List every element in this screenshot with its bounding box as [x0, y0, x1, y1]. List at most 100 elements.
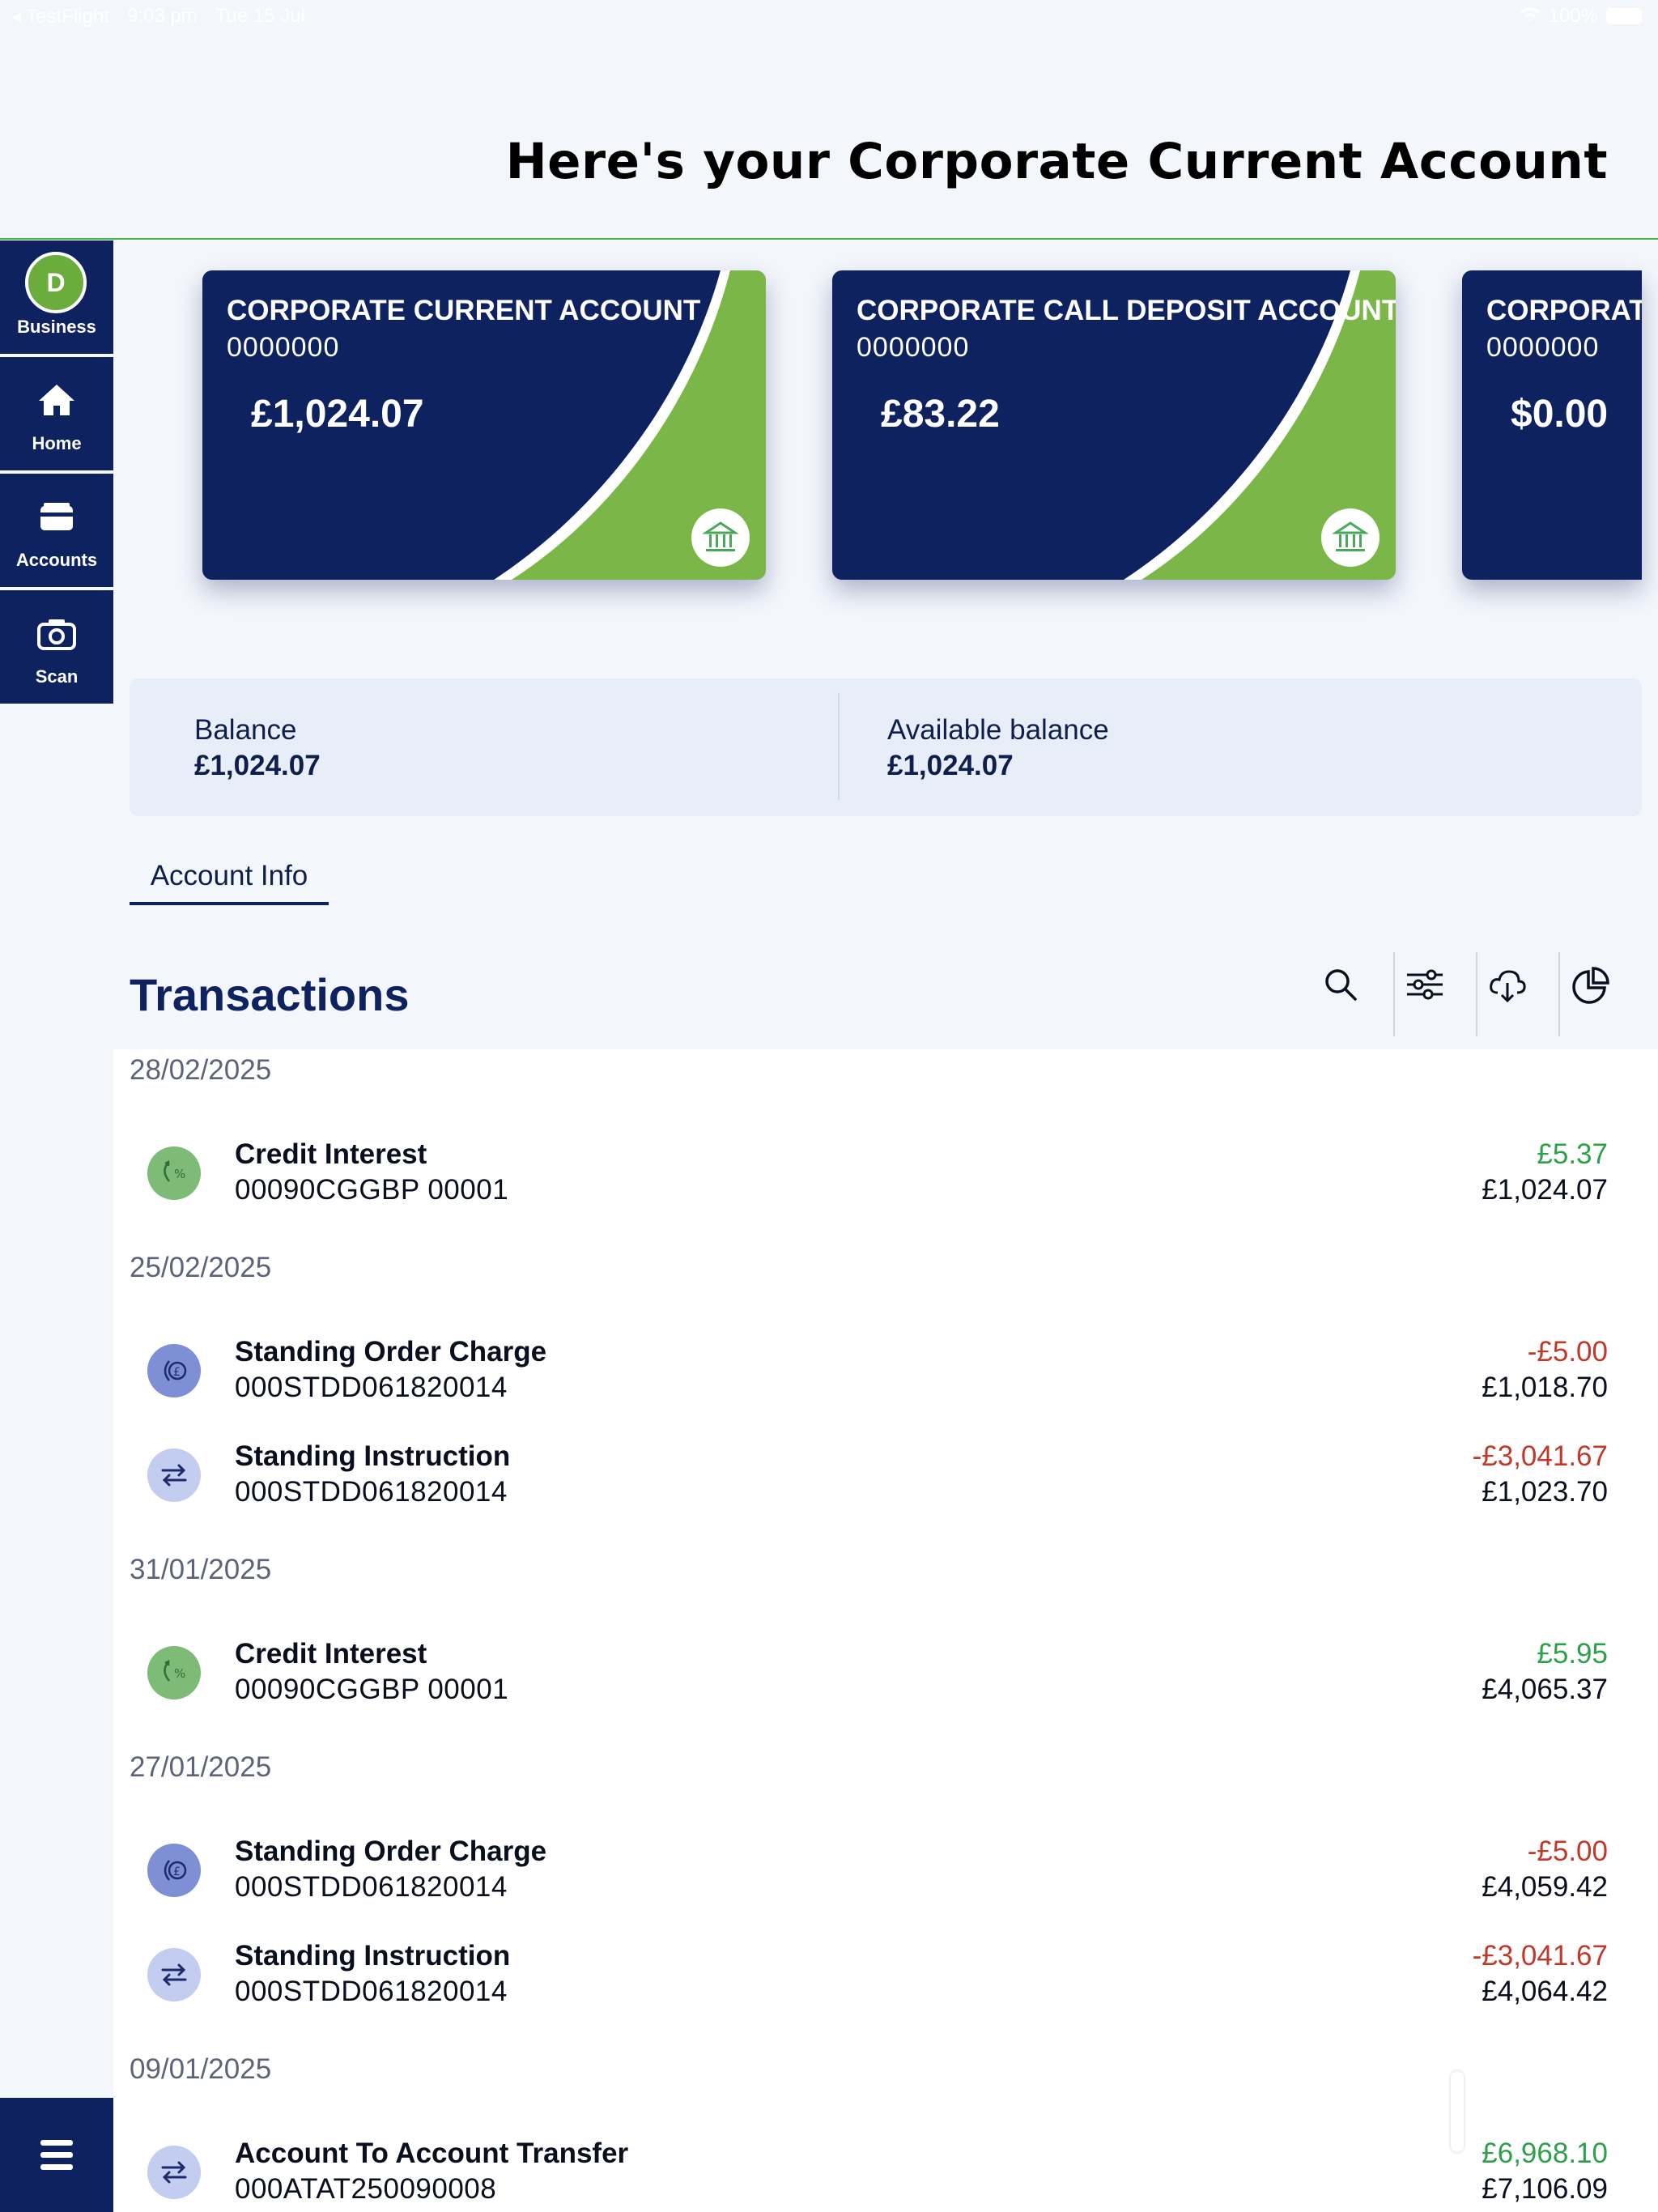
account-card[interactable]: CORPORATE CALL DEPOSIT ACCOUNT 0000000 £…: [832, 270, 1396, 580]
status-date: Tue 15 Jul: [215, 5, 305, 27]
transaction-row[interactable]: £ Standing Order Charge 000STDD061820014…: [113, 1328, 1658, 1417]
wifi-icon: [1520, 5, 1541, 28]
charge-icon: £: [147, 1344, 201, 1397]
status-time: 9:03 pm: [126, 5, 198, 27]
wallet-icon: [36, 496, 78, 538]
search-button[interactable]: [1300, 952, 1381, 1036]
running-balance: £4,065.37: [1482, 1674, 1608, 1705]
available-balance-block: Available balance £1,024.07: [887, 714, 1109, 782]
battery-icon: [1606, 8, 1642, 24]
transaction-row[interactable]: £ Standing Order Charge 000STDD061820014…: [113, 1827, 1658, 1916]
transaction-date: 31/01/2025: [130, 1554, 272, 1585]
card-balance: $0.00: [1511, 393, 1609, 436]
download-icon: [1490, 970, 1526, 1003]
filter-icon: [1407, 969, 1443, 1000]
filter-button[interactable]: [1383, 952, 1464, 1036]
home-icon: [36, 380, 78, 422]
running-balance: £4,064.42: [1482, 1976, 1608, 2007]
svg-text:%: %: [174, 1167, 185, 1181]
transaction-reference: 000STDD061820014: [235, 1372, 508, 1403]
svg-text:%: %: [174, 1666, 185, 1681]
download-button[interactable]: [1465, 952, 1546, 1036]
transaction-date: 25/02/2025: [130, 1252, 272, 1283]
page-header: Here's your Corporate Current Account: [0, 0, 1658, 240]
sidebar-item-business[interactable]: D Business: [0, 240, 113, 354]
sidebar-item-home[interactable]: Home: [0, 357, 113, 470]
sidebar-item-accounts[interactable]: Accounts: [0, 474, 113, 587]
divider: [838, 693, 840, 800]
sidebar-item-label: Home: [32, 433, 82, 453]
transaction-title: Account To Account Transfer: [235, 2138, 629, 2169]
transfer-icon: [147, 1948, 201, 2001]
menu-button[interactable]: [0, 2098, 113, 2212]
transaction-row[interactable]: Account To Account Transfer 000ATAT25009…: [113, 2129, 1658, 2212]
transaction-title: Standing Order Charge: [235, 1836, 547, 1867]
balance-panel: Balance £1,024.07 Available balance £1,0…: [130, 678, 1642, 816]
sidebar-item-label: Business: [17, 317, 96, 337]
transaction-date: 09/01/2025: [130, 2053, 272, 2085]
chart-icon: [1572, 967, 1609, 1004]
account-card[interactable]: CORPORATE 0000000 $0.00: [1462, 270, 1642, 580]
transaction-reference: 000STDD061820014: [235, 1871, 508, 1903]
back-to-app-link[interactable]: ◂ TestFlight: [11, 5, 109, 28]
transaction-row[interactable]: Standing Instruction 000STDD061820014 -£…: [113, 1432, 1658, 1521]
balance-label: Balance: [194, 714, 297, 746]
running-balance: £7,106.09: [1482, 2173, 1608, 2205]
transaction-amount: £6,968.10: [1482, 2138, 1608, 2169]
transfer-icon: [147, 2146, 201, 2199]
page-title: Here's your Corporate Current Account: [505, 133, 1608, 190]
sidebar-item-label: Scan: [35, 666, 79, 687]
menu-icon: [40, 2138, 73, 2176]
bank-icon: [1321, 508, 1380, 567]
transaction-reference: 000STDD061820014: [235, 1976, 508, 2007]
balance-value: £1,024.07: [194, 750, 321, 781]
transaction-amount: -£5.00: [1527, 1336, 1608, 1368]
transaction-amount: £5.37: [1537, 1138, 1608, 1170]
transaction-row[interactable]: % Credit Interest 00090CGGBP 00001 £5.37…: [113, 1130, 1658, 1219]
running-balance: £1,018.70: [1482, 1372, 1608, 1403]
transaction-row[interactable]: % Credit Interest 00090CGGBP 00001 £5.95…: [113, 1630, 1658, 1719]
card-account-number: 0000000: [1486, 332, 1600, 363]
transaction-date: 28/02/2025: [130, 1054, 272, 1086]
transactions-title: Transactions: [130, 969, 410, 1020]
card-account-number: 0000000: [227, 332, 340, 363]
tab-account-info[interactable]: Account Info: [130, 853, 329, 905]
transaction-title: Credit Interest: [235, 1638, 427, 1670]
transaction-title: Credit Interest: [235, 1138, 427, 1170]
available-balance-value: £1,024.07: [887, 750, 1014, 781]
card-account-name: CORPORATE: [1486, 295, 1642, 326]
sidebar-item-label: Accounts: [15, 550, 98, 570]
battery-percent: 100%: [1548, 5, 1598, 27]
analytics-button[interactable]: [1548, 952, 1629, 1036]
camera-icon: [36, 613, 78, 655]
status-bar: ◂ TestFlight 9:03 pm Tue 15 Jul 100%: [0, 0, 1658, 32]
balance-block: Balance £1,024.07: [194, 714, 321, 782]
running-balance: £1,023.70: [1482, 1476, 1608, 1508]
transfer-icon: [147, 1448, 201, 1502]
transaction-reference: 00090CGGBP 00001: [235, 1674, 509, 1705]
svg-text:£: £: [173, 1865, 181, 1878]
card-account-name: CORPORATE CURRENT ACCOUNT: [227, 295, 701, 326]
card-balance: £83.22: [881, 393, 1000, 436]
transaction-amount: -£3,041.67: [1472, 1440, 1608, 1472]
account-card[interactable]: CORPORATE CURRENT ACCOUNT 0000000 £1,024…: [202, 270, 766, 580]
running-balance: £1,024.07: [1482, 1174, 1608, 1206]
search-icon: [1325, 969, 1357, 1001]
transaction-title: Standing Instruction: [235, 1440, 511, 1472]
running-balance: £4,059.42: [1482, 1871, 1608, 1903]
card-account-name: CORPORATE CALL DEPOSIT ACCOUNT: [857, 295, 1396, 326]
transaction-amount: -£5.00: [1527, 1836, 1608, 1867]
transaction-title: Standing Order Charge: [235, 1336, 547, 1368]
sidebar-item-scan[interactable]: Scan: [0, 590, 113, 704]
transaction-reference: 000STDD061820014: [235, 1476, 508, 1508]
scrollbar[interactable]: [1451, 2071, 1464, 2152]
transaction-reference: 00090CGGBP 00001: [235, 1174, 509, 1206]
transaction-row[interactable]: Standing Instruction 000STDD061820014 -£…: [113, 1932, 1658, 2021]
interest-icon: %: [147, 1646, 201, 1699]
sidebar: D Business Home Accounts Scan: [0, 240, 113, 2212]
bank-icon: [691, 508, 750, 567]
avatar: D: [25, 252, 87, 313]
card-account-number: 0000000: [857, 332, 970, 363]
charge-icon: £: [147, 1844, 201, 1897]
interest-icon: %: [147, 1146, 201, 1200]
